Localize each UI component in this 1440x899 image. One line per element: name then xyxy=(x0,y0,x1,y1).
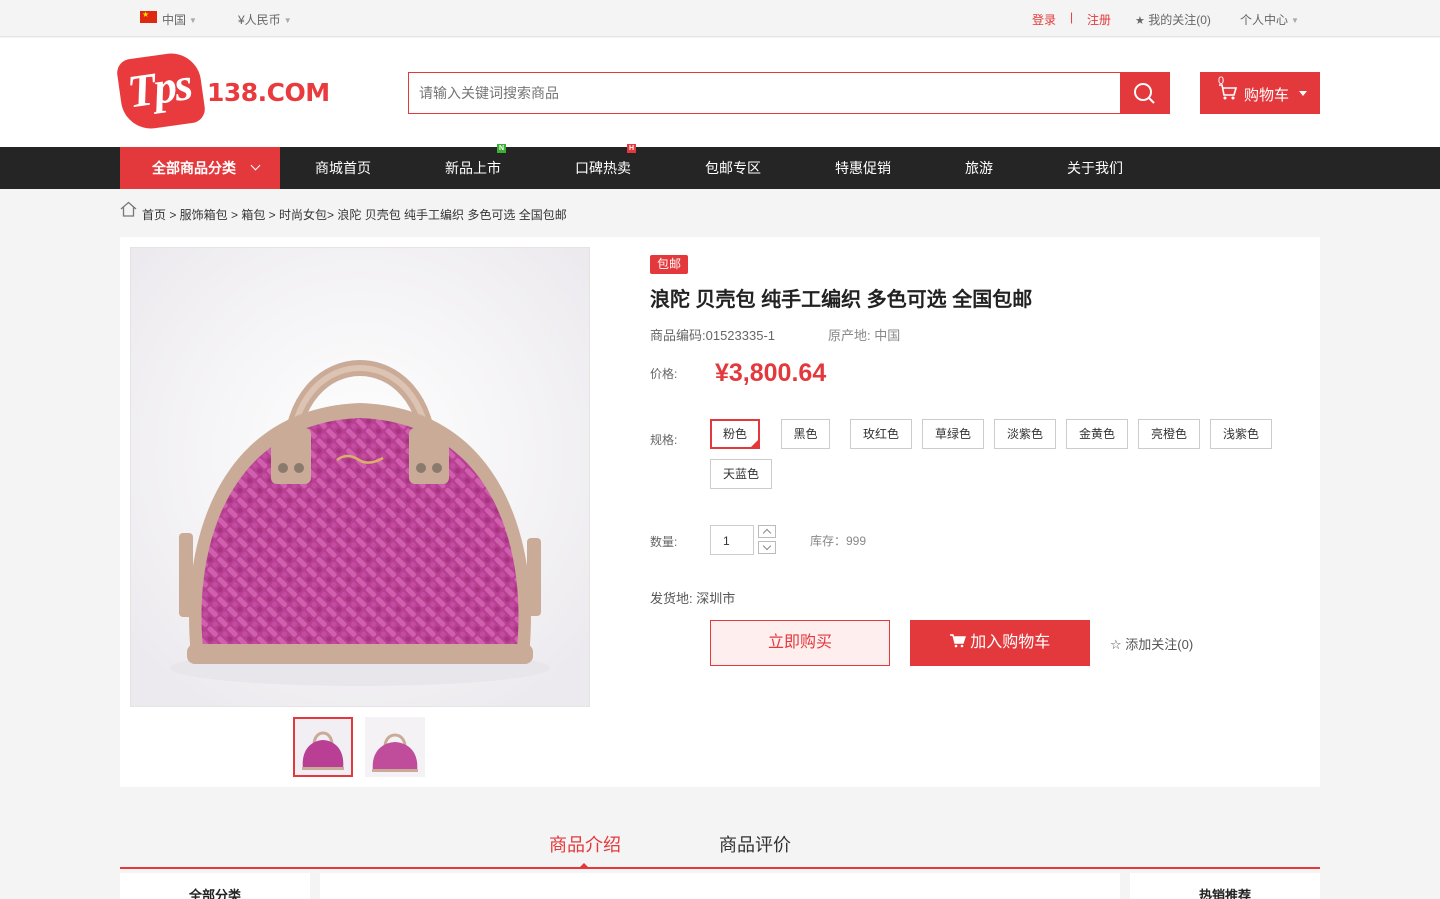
product-panel: 包邮 浪陀 贝壳包 纯手工编织 多色可选 全国包邮 商品编码:01523335-… xyxy=(120,237,1320,787)
spec-option[interactable]: 天蓝色 xyxy=(710,459,772,489)
search-box xyxy=(408,72,1170,114)
nav-item-about[interactable]: 关于我们 xyxy=(1067,147,1123,189)
divider: | xyxy=(1070,10,1074,24)
sidebar-title-hot-recommend: 热销推荐 xyxy=(1198,888,1251,899)
country-label: 中国 xyxy=(162,13,187,27)
product-code: 商品编码:01523335-1 xyxy=(650,328,776,343)
handbag-thumbnail xyxy=(295,719,351,775)
chevron-down-icon xyxy=(762,541,772,551)
price-label: 价格: xyxy=(650,367,678,381)
add-to-cart-button[interactable]: 加入购物车 xyxy=(910,620,1090,666)
spec-option-label: 粉色 xyxy=(722,427,747,441)
product-main-image[interactable] xyxy=(130,247,590,707)
caret-down-icon xyxy=(1299,91,1307,96)
top-bar: ★ 中国 ▼ ¥人民币 ▼ 登录 | 注册 ★ 我的关注(0) 个人中心 ▼ xyxy=(0,0,1440,37)
hot-tag: H xyxy=(627,144,636,153)
search-button[interactable] xyxy=(1120,72,1169,114)
add-to-cart-label: 加入购物车 xyxy=(970,634,1051,651)
cart-button[interactable]: 0 购物车 xyxy=(1200,72,1320,114)
thumbnail-1[interactable] xyxy=(293,717,353,777)
nav-item-travel[interactable]: 旅游 xyxy=(965,147,993,189)
new-tag: N xyxy=(497,144,506,153)
tab-description[interactable]: 商品介绍 xyxy=(549,831,621,868)
logo-badge: Tps xyxy=(115,49,207,133)
spec-option[interactable]: 草绿色 xyxy=(922,419,984,449)
product-price: ¥3,800.64 xyxy=(715,359,827,387)
nav-item-home[interactable]: 商城首页 xyxy=(315,147,371,189)
tab-reviews[interactable]: 商品评价 xyxy=(719,831,791,857)
my-follow-link[interactable]: ★ 我的关注(0) xyxy=(1135,11,1211,28)
product-info: 包邮 浪陀 贝壳包 纯手工编织 多色可选 全国包邮 商品编码:01523335-… xyxy=(650,237,1310,787)
all-categories-label: 全部商品分类 xyxy=(152,160,236,176)
login-link[interactable]: 登录 xyxy=(1032,11,1056,28)
sidebar-title-all-categories: 全部分类 xyxy=(188,888,241,899)
chevron-down-icon xyxy=(250,160,261,171)
right-sidebar: 热销推荐 xyxy=(1130,873,1320,899)
active-tab-arrow-icon xyxy=(579,863,589,868)
user-center-menu[interactable]: 个人中心 ▼ xyxy=(1240,11,1299,28)
search-icon xyxy=(1134,83,1155,104)
qty-decrease-button[interactable] xyxy=(758,541,776,554)
product-title: 浪陀 贝壳包 纯手工编织 多色可选 全国包邮 xyxy=(650,289,1033,311)
qty-increase-button[interactable] xyxy=(758,525,776,538)
register-link[interactable]: 注册 xyxy=(1087,11,1111,28)
all-categories-menu[interactable]: 全部商品分类 xyxy=(120,147,280,189)
handbag-image xyxy=(131,248,589,706)
chevron-down-icon: ▼ xyxy=(283,16,292,25)
handbag-thumbnail xyxy=(365,717,425,777)
nav-item-new-arrivals[interactable]: 新品上市 xyxy=(445,147,501,189)
spec-option[interactable]: 亮橙色 xyxy=(1138,419,1200,449)
stock-count: 库存：999 xyxy=(810,534,867,548)
tab-label: 商品介绍 xyxy=(549,835,621,855)
spec-option[interactable]: 粉色 xyxy=(710,419,760,449)
nav-item-free-shipping[interactable]: 包邮专区 xyxy=(705,147,761,189)
site-logo[interactable]: Tps 138.COM xyxy=(115,49,330,133)
user-center-label: 个人中心 xyxy=(1240,13,1289,27)
thumbnail-2[interactable] xyxy=(365,717,425,777)
logo-badge-text: Tps xyxy=(124,58,194,118)
header: Tps 138.COM 0 购物车 xyxy=(0,38,1440,147)
chevron-down-icon: ▼ xyxy=(1291,16,1299,25)
spec-option[interactable]: 淡紫色 xyxy=(994,419,1056,449)
ship-from: 发货地: 深圳市 xyxy=(650,591,736,606)
spec-option[interactable]: 金黄色 xyxy=(1066,419,1128,449)
qty-label: 数量: xyxy=(650,535,678,549)
nav-item-hot-sale[interactable]: 口碑热卖 xyxy=(575,147,631,189)
chevron-up-icon xyxy=(762,528,772,538)
country-selector[interactable]: 中国 ▼ xyxy=(162,11,197,28)
chevron-down-icon: ▼ xyxy=(189,16,197,25)
free-shipping-badge: 包邮 xyxy=(650,255,689,274)
star-icon: ★ xyxy=(1135,15,1145,27)
cart-icon xyxy=(1219,84,1238,100)
my-follow-label: 我的关注(0) xyxy=(1148,13,1211,27)
cart-label: 购物车 xyxy=(1244,87,1290,104)
currency-selector[interactable]: ¥人民币 ▼ xyxy=(238,11,292,28)
description-content xyxy=(320,873,1120,899)
buy-now-button[interactable]: 立即购买 xyxy=(710,620,890,666)
cart-icon xyxy=(949,634,966,648)
logo-text: 138.COM xyxy=(207,78,330,107)
china-flag-icon: ★ xyxy=(140,11,157,23)
add-follow-label: 添加关注(0) xyxy=(1125,637,1194,652)
quantity-input[interactable]: 1 xyxy=(710,525,754,555)
search-input[interactable] xyxy=(409,73,1121,113)
selected-corner-icon xyxy=(750,439,759,448)
spec-option[interactable]: 玫红色 xyxy=(850,419,912,449)
breadcrumb-path[interactable]: 首页 > 服饰箱包 > 箱包 > 时尚女包> 浪陀 贝壳包 纯手工编织 多色可选… xyxy=(142,206,567,223)
star-outline-icon: ☆ xyxy=(1110,637,1122,652)
nav-item-promotions[interactable]: 特惠促销 xyxy=(835,147,891,189)
spec-label: 规格: xyxy=(650,433,678,447)
spec-option[interactable]: 黑色 xyxy=(781,419,830,449)
add-follow-button[interactable]: ☆ 添加关注(0) xyxy=(1110,634,1193,653)
home-icon xyxy=(120,201,137,217)
product-origin: 原产地: 中国 xyxy=(828,328,901,343)
spec-option[interactable]: 浅紫色 xyxy=(1210,419,1272,449)
detail-tabs: 商品介绍 商品评价 xyxy=(120,825,1320,869)
left-sidebar: 全部分类 xyxy=(120,873,310,899)
currency-label: ¥人民币 xyxy=(238,13,281,27)
main-nav: 全部商品分类 商城首页 新品上市 N 口碑热卖 H 包邮专区 特惠促销 旅游 关… xyxy=(0,144,1440,189)
